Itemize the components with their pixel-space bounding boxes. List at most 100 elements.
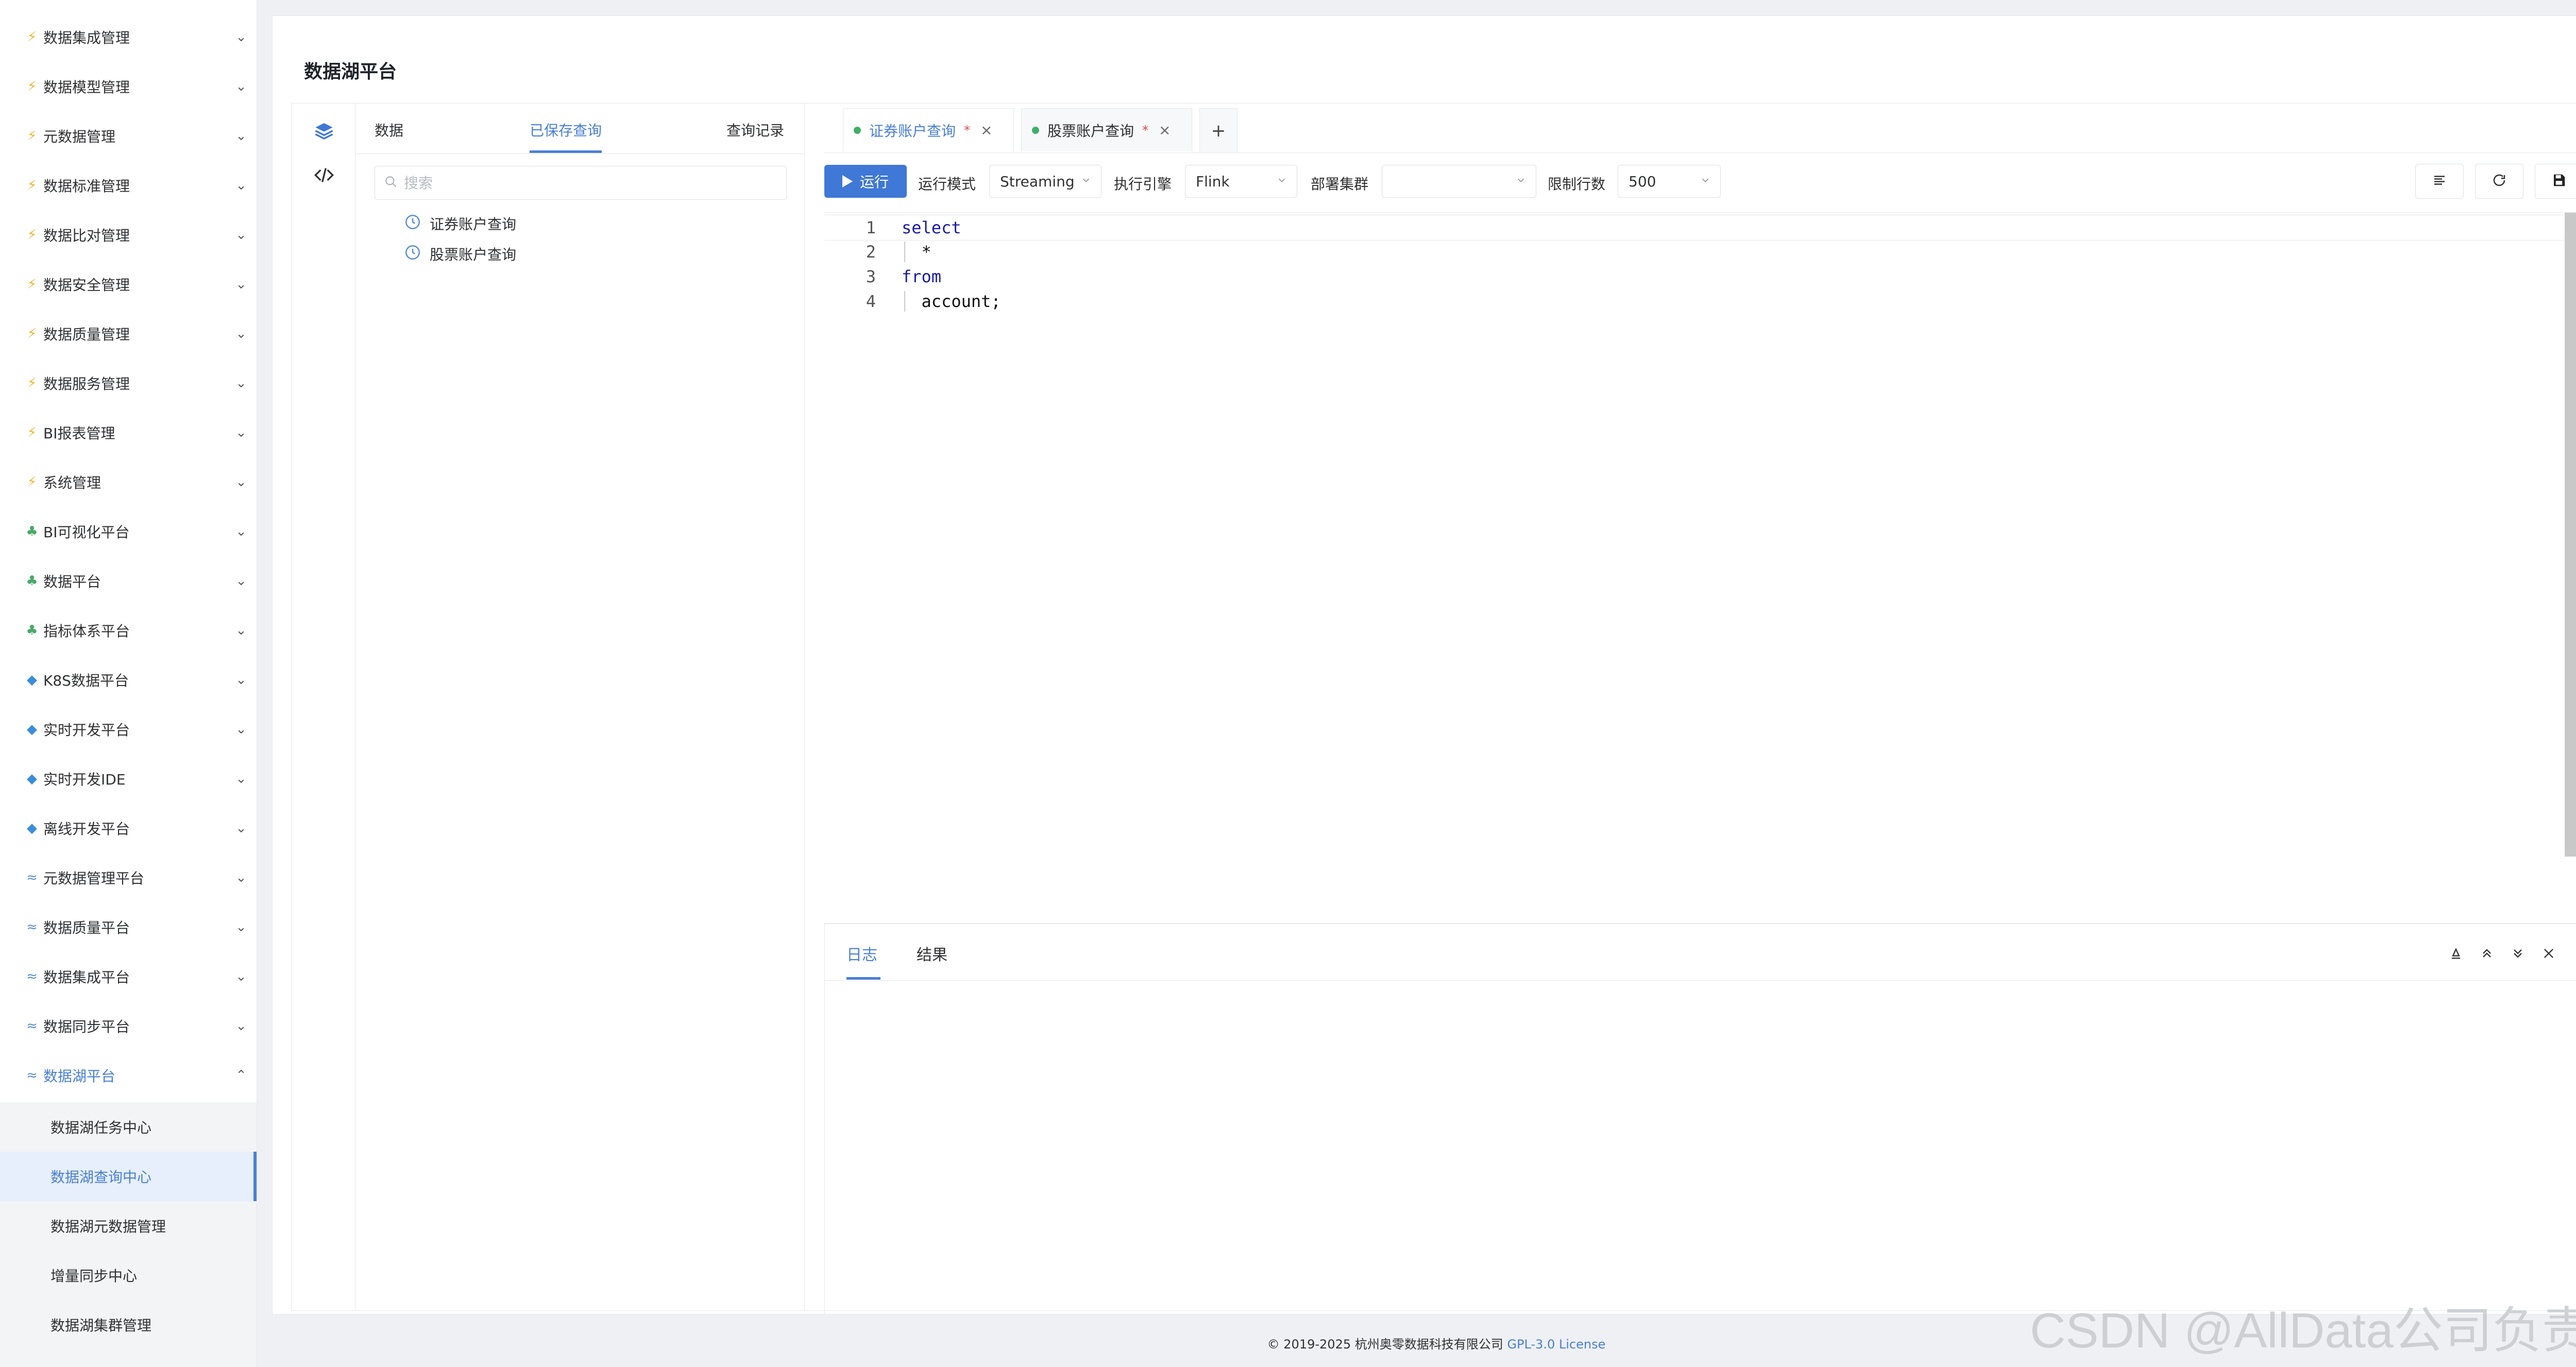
code-icon[interactable]	[313, 164, 335, 186]
submenu-item-task-center[interactable]: 数据湖任务中心	[0, 1102, 257, 1152]
sidebar-item-indicator[interactable]: ♣ 指标体系平台 ⌄	[0, 606, 257, 655]
chevron-down-icon: ⌄	[235, 375, 247, 391]
editor-scrollbar[interactable]	[2565, 213, 2576, 857]
status-dot	[854, 126, 861, 134]
license-link[interactable]: GPL-3.0 License	[1507, 1337, 1605, 1352]
search-box	[375, 166, 787, 200]
sql-editor[interactable]: 1 select 2 * 3 from 4 account;	[824, 212, 2576, 924]
waves-icon: ≈	[26, 919, 38, 935]
sidebar-item-data-security[interactable]: ⚡ 数据安全管理 ⌄	[0, 260, 257, 309]
bolt-icon: ⚡	[27, 326, 37, 341]
sidebar-item-k8s[interactable]: ◆ K8S数据平台 ⌄	[0, 655, 257, 705]
tab-query-history[interactable]: 查询记录	[726, 119, 784, 140]
sidebar-item-sync-platform[interactable]: ≈ 数据同步平台 ⌄	[0, 1001, 257, 1051]
save-button[interactable]	[2535, 164, 2576, 199]
submenu-item-metadata-mgmt[interactable]: 数据湖元数据管理	[0, 1201, 257, 1251]
bolt-icon: ⚡	[27, 128, 37, 144]
chevron-down-icon	[1515, 173, 1527, 190]
sidebar-item-data-quality[interactable]: ⚡ 数据质量管理 ⌄	[0, 309, 257, 358]
cluster-select[interactable]	[1382, 165, 1536, 198]
icon-rail	[291, 103, 355, 1311]
sidebar-item-data-compare[interactable]: ⚡ 数据比对管理 ⌄	[0, 210, 257, 260]
left-panel-tabs: 数据 已保存查询 查询记录	[355, 103, 805, 154]
close-icon[interactable]: ×	[980, 122, 992, 139]
sidebar-item-data-platform[interactable]: ♣ 数据平台 ⌄	[0, 556, 257, 606]
saved-query-item[interactable]: 股票账户查询	[404, 240, 516, 268]
submenu-item-incremental-sync[interactable]: 增量同步中心	[0, 1251, 257, 1300]
format-button[interactable]	[2415, 164, 2464, 199]
chevron-down-icon: ⌄	[235, 919, 247, 935]
chevron-down-icon: ⌄	[235, 573, 247, 589]
waves-icon: ≈	[26, 1068, 38, 1083]
modified-indicator: *	[964, 123, 971, 138]
chevron-down-icon	[1080, 173, 1092, 190]
indent-guide	[904, 291, 905, 312]
tab-data[interactable]: 数据	[375, 119, 403, 140]
bolt-icon: ⚡	[27, 79, 37, 94]
tree-icon: ♣	[26, 623, 38, 638]
sidebar-item-realtime-ide[interactable]: ◆ 实时开发IDE ⌄	[0, 754, 257, 804]
engine-select[interactable]: Flink	[1185, 165, 1297, 198]
sidebar: ⚡ 数据集成管理 ⌄ ⚡ 数据模型管理 ⌄ ⚡ 元数据管理 ⌄ ⚡ 数据标准管理…	[0, 0, 257, 1367]
tab-saved-queries[interactable]: 已保存查询	[530, 119, 602, 140]
result-tabs: 日志 结果	[825, 924, 2576, 981]
close-icon[interactable]	[2538, 943, 2559, 964]
chevron-down-icon	[1700, 173, 1711, 190]
sidebar-item-bi-visual[interactable]: ♣ BI可视化平台 ⌄	[0, 507, 257, 556]
sidebar-item-data-standard[interactable]: ⚡ 数据标准管理 ⌄	[0, 161, 257, 210]
submenu-item-query-center[interactable]: 数据湖查询中心	[0, 1152, 257, 1201]
chevron-down-icon: ⌄	[235, 1018, 247, 1034]
sidebar-item-data-integration[interactable]: ⚡ 数据集成管理 ⌄	[0, 12, 257, 62]
align-left-icon	[2432, 173, 2447, 190]
sidebar-item-realtime-dev[interactable]: ◆ 实时开发平台 ⌄	[0, 705, 257, 754]
add-tab-button[interactable]: +	[1199, 108, 1238, 152]
run-mode-select[interactable]: Streaming	[989, 165, 1101, 198]
waves-icon: ≈	[26, 969, 38, 984]
waves-icon: ≈	[26, 1018, 38, 1034]
limit-select[interactable]: 500	[1618, 165, 1721, 198]
sidebar-item-bi-report[interactable]: ⚡ BI报表管理 ⌄	[0, 408, 257, 457]
sidebar-item-metadata-platform[interactable]: ≈ 元数据管理平台 ⌄	[0, 853, 257, 902]
clock-icon	[404, 244, 421, 265]
query-tab-securities[interactable]: 证券账户查询 * ×	[843, 108, 1014, 151]
chevron-down-icon: ⌄	[235, 474, 247, 490]
close-icon[interactable]: ×	[1159, 122, 1171, 139]
chevrons-up-icon[interactable]	[2477, 943, 2497, 964]
tab-result[interactable]: 结果	[917, 942, 947, 965]
sidebar-item-offline-dev[interactable]: ◆ 离线开发平台 ⌄	[0, 804, 257, 853]
sidebar-item-metadata[interactable]: ⚡ 元数据管理 ⌄	[0, 111, 257, 161]
chevron-down-icon: ⌄	[235, 128, 247, 144]
sidebar-item-data-service[interactable]: ⚡ 数据服务管理 ⌄	[0, 358, 257, 408]
saved-query-item[interactable]: 证券账户查询	[404, 209, 516, 238]
bolt-icon: ⚡	[27, 29, 37, 45]
chevron-down-icon: ⌄	[235, 672, 247, 688]
refresh-button[interactable]	[2475, 164, 2523, 199]
code-line: 2 *	[866, 242, 931, 262]
code-line: 3 from	[866, 267, 942, 286]
sidebar-item-datalake-platform[interactable]: ≈ 数据湖平台 ⌃	[0, 1051, 257, 1100]
bolt-icon: ⚡	[27, 425, 37, 440]
search-input[interactable]	[403, 174, 766, 192]
search-icon	[384, 175, 398, 191]
code-line: 4 account;	[866, 292, 1001, 311]
run-button[interactable]: 运行	[824, 165, 907, 198]
submenu-item-cluster-mgmt[interactable]: 数据湖集群管理	[0, 1300, 257, 1349]
sidebar-item-quality-platform[interactable]: ≈ 数据质量平台 ⌄	[0, 902, 257, 952]
sidebar-item-data-model[interactable]: ⚡ 数据模型管理 ⌄	[0, 62, 257, 111]
sidebar-item-integration-platform[interactable]: ≈ 数据集成平台 ⌄	[0, 952, 257, 1001]
bolt-icon: ⚡	[27, 375, 37, 391]
modified-indicator: *	[1142, 123, 1149, 138]
chevron-down-icon: ⌄	[235, 524, 247, 539]
page-title: 数据湖平台	[304, 61, 397, 82]
chevrons-down-icon[interactable]	[2507, 943, 2528, 964]
chevron-down-icon: ⌄	[235, 326, 247, 341]
sidebar-item-system[interactable]: ⚡ 系统管理 ⌄	[0, 457, 257, 507]
datalake-submenu: 数据湖任务中心 数据湖查询中心 数据湖元数据管理 增量同步中心 数据湖集群管理	[0, 1102, 257, 1367]
active-tab-indicator	[530, 150, 602, 153]
layers-icon[interactable]	[313, 119, 335, 142]
tab-log[interactable]: 日志	[846, 942, 877, 965]
clear-icon[interactable]	[2446, 943, 2466, 964]
query-tab-stocks[interactable]: 股票账户查询 * ×	[1021, 108, 1192, 151]
gem-icon: ◆	[27, 672, 37, 688]
refresh-icon	[2492, 173, 2507, 190]
